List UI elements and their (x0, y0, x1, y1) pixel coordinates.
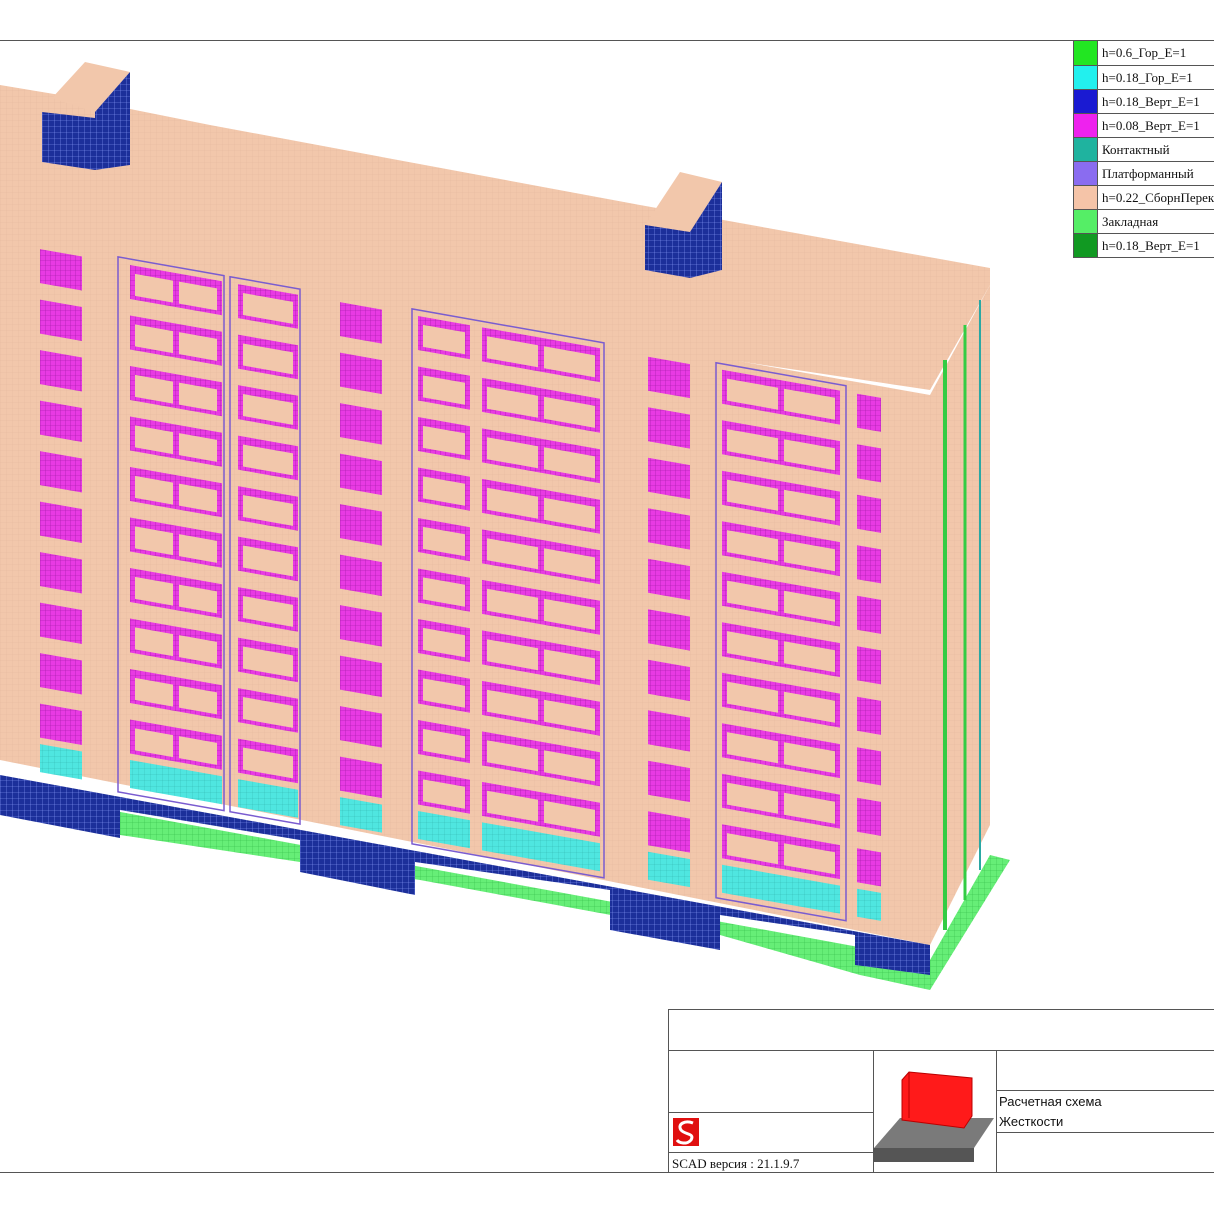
stamp-divider (668, 1050, 1214, 1051)
legend-swatch (1074, 210, 1098, 233)
facade-panel (857, 646, 881, 685)
legend-swatch (1074, 90, 1098, 113)
legend-item: Контактный (1074, 137, 1214, 161)
facade-panel (857, 696, 881, 735)
stamp-divider (996, 1050, 997, 1172)
stamp-divider (996, 1132, 1214, 1133)
scheme-title: Расчетная схема (999, 1094, 1102, 1109)
legend-label: Платформанный (1102, 166, 1194, 181)
legend-label: h=0.08_Верт_E=1 (1102, 118, 1200, 133)
legend-swatch (1074, 114, 1098, 137)
legend-item: Закладная (1074, 209, 1214, 233)
legend-label: h=0.18_Верт_E=1 (1102, 238, 1200, 253)
scheme-subtitle: Жесткости (999, 1114, 1064, 1129)
stamp-divider (668, 1152, 873, 1153)
legend-item: h=0.18_Верт_E=1 (1074, 89, 1214, 113)
legend-label: Закладная (1102, 214, 1159, 229)
legend-item: h=0.18_Гор_E=1 (1074, 65, 1214, 89)
legend-label: h=0.18_Верт_E=1 (1102, 94, 1200, 109)
legend-label: h=0.22_СборнПерекр (1102, 190, 1214, 205)
legend-swatch (1074, 162, 1098, 185)
roof-box-right (645, 172, 722, 278)
facade-panel (857, 848, 881, 887)
legend-item: h=0.6_Гор_E=1 (1074, 41, 1214, 65)
stamp-divider (668, 1112, 873, 1113)
stiffness-legend: h=0.6_Гор_E=1 h=0.18_Гор_E=1 h=0.18_Верт_E… (1073, 41, 1214, 258)
facade-panel (857, 797, 881, 836)
legend-label: Контактный (1102, 142, 1170, 157)
legend-swatch (1074, 138, 1098, 161)
legend-swatch (1074, 234, 1098, 257)
facade-panel (857, 545, 881, 584)
facade-panel (857, 393, 881, 432)
legend-swatch (1074, 41, 1098, 65)
legend-item: Платформанный (1074, 161, 1214, 185)
scad-logo-icon (673, 1118, 699, 1146)
legend-label: h=0.6_Гор_E=1 (1102, 45, 1187, 60)
building-preview-icon (874, 1071, 994, 1162)
facade-panel (857, 444, 881, 483)
facade-panel (857, 747, 881, 786)
legend-item: h=0.08_Верт_E=1 (1074, 113, 1214, 137)
ground-floor-glazing (857, 888, 881, 921)
facade-panel (857, 595, 881, 634)
scad-version: SCAD версия : 21.1.9.7 (672, 1156, 800, 1171)
legend-item: h=0.18_Верт_E=1 (1074, 233, 1214, 257)
facade-panel (857, 494, 881, 533)
legend-label: h=0.18_Гор_E=1 (1102, 70, 1193, 85)
stamp-divider (996, 1090, 1214, 1091)
legend-swatch (1074, 186, 1098, 209)
legend-swatch (1074, 66, 1098, 89)
legend-item: h=0.22_СборнПерекр (1074, 185, 1214, 209)
